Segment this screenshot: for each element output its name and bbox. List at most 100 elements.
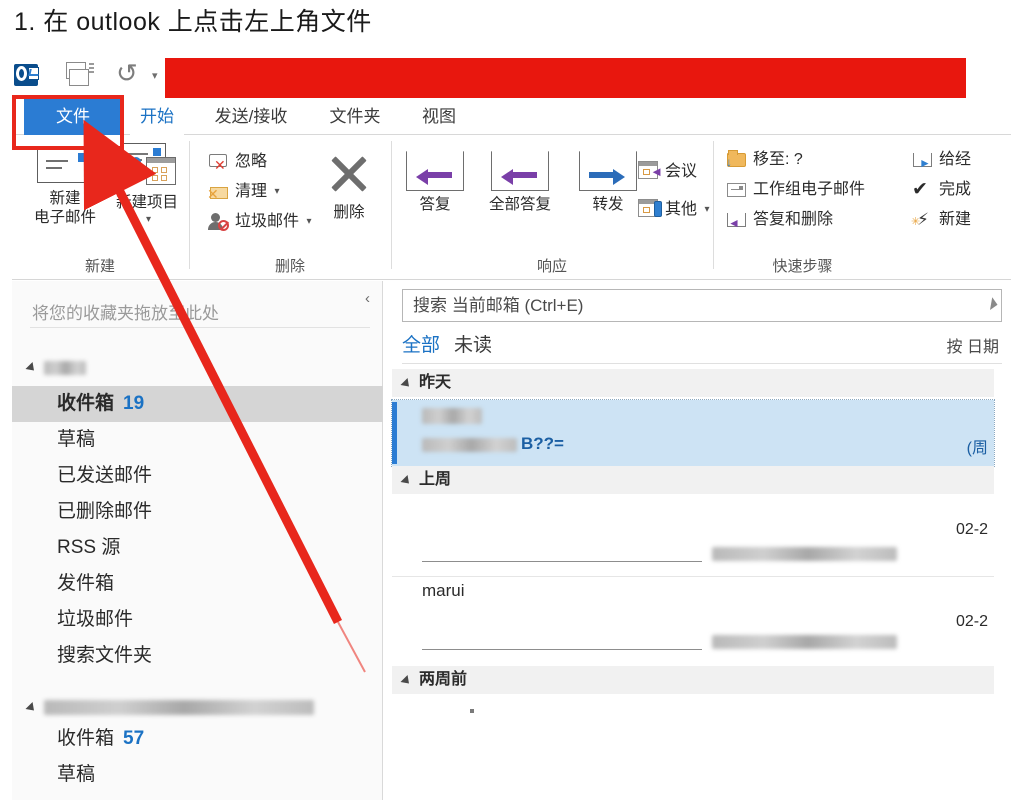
sidebar-item-label: 已删除邮件 (57, 501, 153, 522)
cleanup-icon: ✕ (207, 181, 230, 203)
expand-triangle-icon[interactable] (25, 361, 38, 375)
sort-by-control[interactable]: 按 日期 (947, 333, 999, 357)
more-icon (638, 199, 662, 221)
chevron-down-icon[interactable]: ▾ (107, 210, 190, 229)
ribbon-group-new: 新建 电子邮件 新建项目 ▾ 新建 (12, 135, 188, 280)
undo-icon[interactable]: ↺ (116, 60, 142, 88)
quickstep-done-button[interactable]: ✔ 完成 (912, 177, 971, 203)
page-title: 1. 在 outlook 上点击左上角文件 (14, 8, 372, 36)
outlook-logo-icon (14, 62, 40, 88)
expand-triangle-icon[interactable] (25, 701, 38, 715)
junk-icon (208, 211, 230, 233)
forward-button[interactable]: 转发 (572, 151, 644, 214)
sidebar-item-junk[interactable]: 垃圾邮件 (12, 602, 383, 638)
ribbon-tab-strip: 文件 开始 发送/接收 文件夹 视图 (12, 98, 1011, 136)
ribbon-group-delete-label: 删除 (274, 258, 305, 275)
tab-view[interactable]: 视图 (412, 98, 466, 135)
ignore-button[interactable]: ✕ 忽略 (208, 149, 267, 175)
selection-accent-bar (392, 402, 397, 464)
table-row[interactable]: marui 02-2 (392, 577, 994, 663)
sidebar-item-outbox[interactable]: 发件箱 (12, 566, 383, 602)
reply-icon (406, 151, 464, 191)
nav-divider (30, 327, 370, 328)
quickstep-team-email-button[interactable]: 工作组电子邮件 (726, 177, 865, 203)
new-email-label-line2: 电子邮件 (33, 209, 96, 226)
list-group-header-yesterday[interactable]: 昨天 (392, 369, 994, 397)
message-sender: marui (422, 581, 465, 600)
quickstep-new-button[interactable]: ✳ ⚡ 新建 (911, 207, 971, 233)
sidebar-item-deleted[interactable]: 已删除邮件 (12, 494, 383, 530)
tab-folder[interactable]: 文件夹 (318, 98, 392, 135)
junk-button[interactable]: 垃圾邮件 ▾ (208, 209, 312, 235)
ignore-label: 忽略 (235, 153, 268, 170)
table-row[interactable]: 02-2 (392, 495, 994, 577)
sidebar-item-rss[interactable]: RSS 源 (12, 530, 383, 566)
sidebar-item-search-folders[interactable]: 搜索文件夹 (12, 638, 383, 674)
meeting-icon: ◄ (638, 161, 663, 183)
message-marker (470, 709, 474, 713)
sender-redacted (422, 408, 482, 424)
sidebar-item-label: 草稿 (57, 429, 96, 450)
search-icon: ◢ (982, 294, 999, 312)
team-email-icon (726, 180, 748, 199)
sidebar-item-label: RSS 源 (57, 537, 121, 558)
table-row[interactable]: B??= (周 (391, 399, 995, 467)
quickstep-move-to-button[interactable]: ↓ 移至: ? (726, 147, 803, 173)
new-email-button[interactable]: 新建 电子邮件 (24, 147, 106, 227)
chevron-down-icon[interactable]: ▾ (274, 186, 279, 197)
reply-button[interactable]: 答复 (402, 151, 468, 214)
reply-all-button[interactable]: 全部答复 (468, 151, 572, 214)
collapse-triangle-icon[interactable] (400, 377, 413, 391)
quickstep-to-manager-button[interactable]: ► 给经 (912, 147, 971, 173)
quickstep-move-to-label: 移至: ? (753, 151, 803, 168)
quickstep-done-label: 完成 (939, 181, 972, 198)
account-header-1[interactable] (25, 359, 86, 381)
search-placeholder: 搜索 当前邮箱 (Ctrl+E) (413, 296, 584, 315)
message-subject: B??= (422, 434, 564, 454)
meeting-button[interactable]: ◄ 会议 (638, 159, 697, 185)
ribbon-group-quick-steps-label: 快速步骤 (772, 258, 833, 275)
sidebar-item-drafts[interactable]: 草稿 (12, 422, 383, 458)
cleanup-label: 清理 (235, 183, 268, 200)
search-input[interactable]: 搜索 当前邮箱 (Ctrl+E) ◢ (402, 289, 1002, 322)
sidebar-item-label: 收件箱 (57, 728, 115, 749)
outlook-body: 将您的收藏夹拖放至此处 ‹ 收件箱 19 草稿 已发送邮件 已删除邮件 RSS … (12, 281, 1011, 800)
list-header-divider (402, 363, 1002, 364)
tab-send-receive[interactable]: 发送/接收 (198, 98, 304, 135)
account-header-2[interactable] (25, 699, 314, 721)
annotation-highlight-box (12, 95, 124, 150)
list-group-header-last-week[interactable]: 上周 (392, 466, 994, 494)
chevron-down-icon[interactable]: ▾ (306, 216, 311, 227)
list-group-label: 昨天 (419, 374, 452, 391)
message-address-redacted (712, 635, 897, 649)
sidebar-item-sent[interactable]: 已发送邮件 (12, 458, 383, 494)
sidebar-item-label: 已发送邮件 (57, 465, 153, 486)
list-group-label: 上周 (419, 471, 452, 488)
collapse-pane-icon[interactable]: ‹ (365, 290, 370, 307)
forward-icon (579, 151, 637, 191)
list-group-header-two-weeks-ago[interactable]: 两周前 (392, 666, 994, 694)
ribbon-group-new-label: 新建 (84, 258, 115, 275)
cleanup-button[interactable]: ✕ 清理 ▾ (207, 179, 280, 205)
meeting-label: 会议 (665, 163, 698, 180)
quickstep-reply-delete-button[interactable]: ◄ 答复和删除 (726, 206, 833, 233)
chevron-down-icon[interactable]: ▾ (704, 204, 709, 215)
more-button[interactable]: 其他 ▾ (638, 197, 710, 223)
tab-start[interactable]: 开始 (130, 98, 184, 135)
sidebar-item-inbox-2[interactable]: 收件箱 57 (12, 721, 383, 757)
filter-all[interactable]: 全部 (402, 335, 440, 356)
filter-unread[interactable]: 未读 (454, 335, 492, 356)
message-rule-line (422, 561, 702, 562)
favorites-placeholder[interactable]: 将您的收藏夹拖放至此处 (32, 299, 219, 324)
message-rule-line (422, 649, 702, 650)
sidebar-item-inbox[interactable]: 收件箱 19 (12, 386, 383, 422)
new-item-button[interactable]: 新建项目 ▾ (104, 143, 190, 231)
collapse-triangle-icon[interactable] (400, 674, 413, 688)
chevron-down-icon[interactable]: ▾ (152, 69, 158, 82)
send-receive-all-icon[interactable] (65, 62, 95, 90)
table-row[interactable] (392, 697, 994, 737)
new-email-icon (37, 147, 93, 183)
sidebar-item-drafts-2[interactable]: 草稿 (12, 757, 383, 793)
delete-button[interactable]: 删除 (314, 151, 384, 222)
collapse-triangle-icon[interactable] (400, 474, 413, 488)
